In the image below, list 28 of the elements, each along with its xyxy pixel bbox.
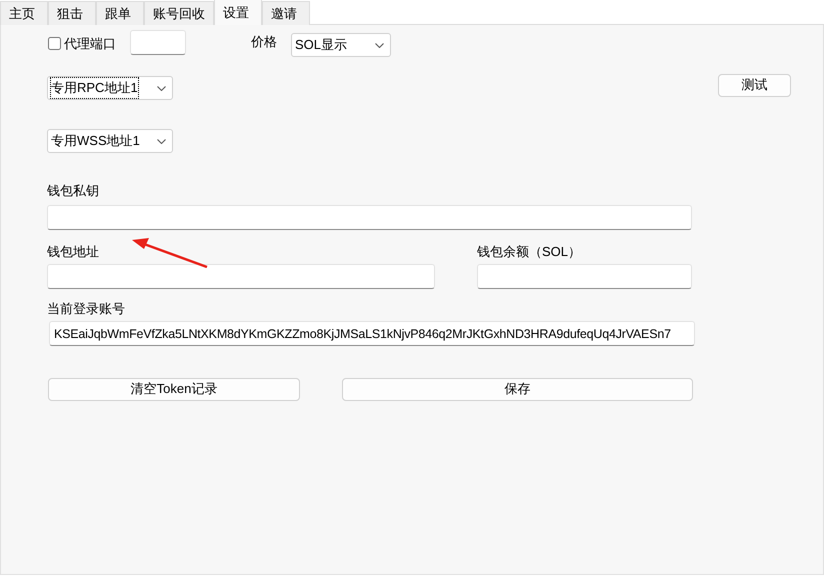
- save-button[interactable]: 保存: [342, 378, 693, 400]
- test-button[interactable]: 测试: [718, 74, 791, 96]
- tab[interactable]: 设置: [214, 0, 262, 25]
- checkbox[interactable]: [48, 37, 61, 50]
- account-value: KSEaiJqbWmFeVfZka5LNtXKM8dYKmGKZZmo8KjJMSaLS1kNjvP846q2MrJKtGxhND3HRA9dufeqUq4JrVAESn7: [54, 326, 671, 340]
- tab[interactable]: 邀请: [262, 1, 310, 25]
- tab[interactable]: 狙击: [48, 1, 96, 25]
- rpc-dropdown[interactable]: 专用RPC地址1: [47, 76, 173, 100]
- price-label: 价格: [251, 32, 277, 51]
- wss-dropdown[interactable]: 专用WSS地址1: [47, 129, 173, 153]
- field-label: 钱包地址: [47, 242, 99, 260]
- price-dropdown[interactable]: SOL显示: [291, 33, 391, 57]
- wallet-address-field[interactable]: [47, 264, 435, 289]
- port-field[interactable]: [130, 30, 186, 55]
- private-key-field[interactable]: [47, 204, 692, 230]
- account-field[interactable]: KSEaiJqbWmFeVfZka5LNtXKM8dYKmGKZZmo8KjJMSaLS1kNjvP846q2MrJKtGxhND3HRA9dufeqUq4JrVAESn7: [49, 320, 695, 346]
- field-label: 钱包余额（SOL）: [477, 242, 582, 260]
- field-label: 当前登录账号: [47, 300, 125, 318]
- field-label: 钱包私钥: [47, 182, 99, 200]
- checkbox-label: 代理端口: [64, 34, 116, 53]
- tab[interactable]: 主页: [0, 1, 48, 25]
- clear-records-button[interactable]: 清空Token记录: [48, 378, 300, 400]
- balance-field[interactable]: [477, 264, 692, 289]
- chevron-down-icon: [157, 138, 166, 144]
- chevron-down-icon: [157, 86, 166, 90]
- tab[interactable]: 跟单: [96, 1, 144, 25]
- tab[interactable]: 账号回收: [144, 1, 214, 25]
- chevron-down-icon: [375, 42, 384, 48]
